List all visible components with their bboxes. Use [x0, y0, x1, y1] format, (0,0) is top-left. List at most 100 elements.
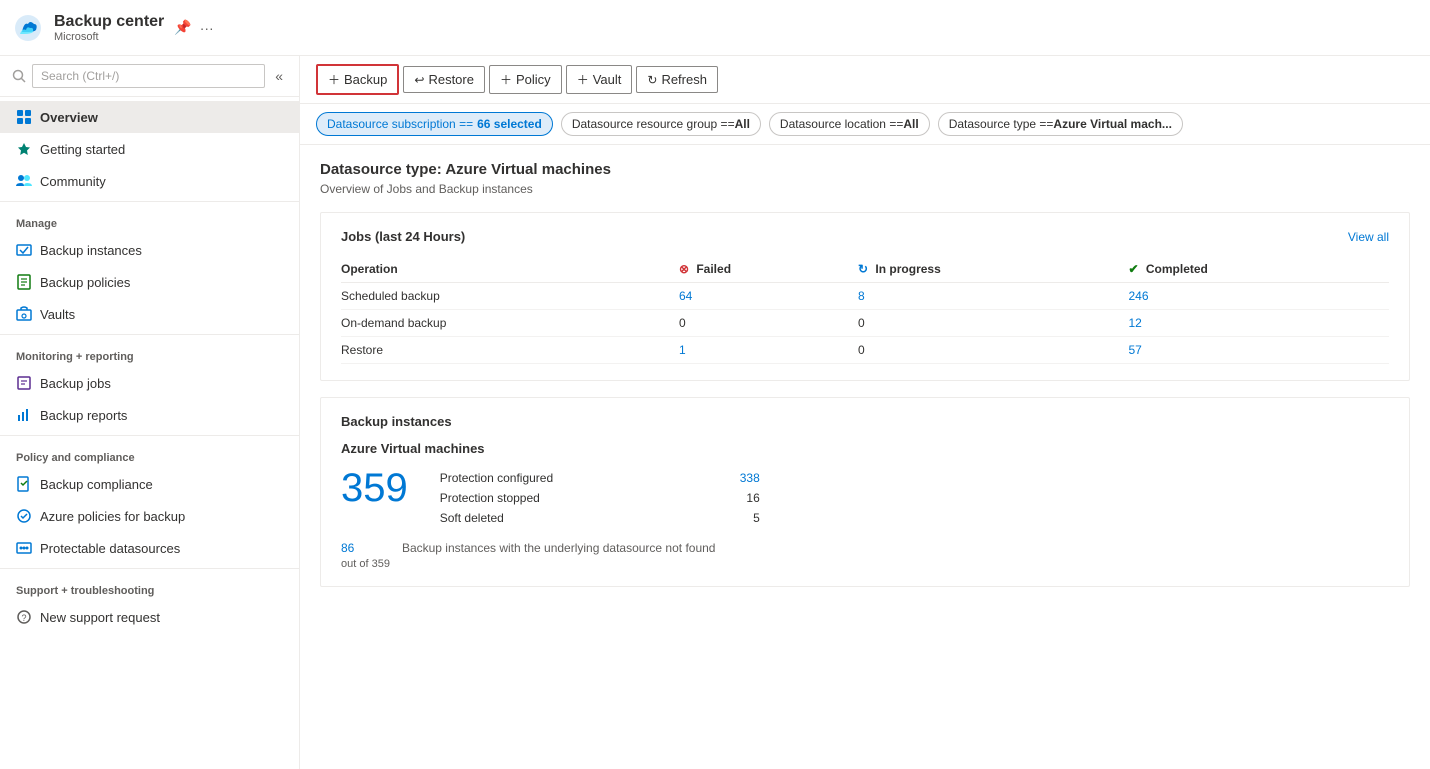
- monitoring-section-label: Monitoring + reporting: [0, 339, 299, 367]
- row-operation: Restore: [341, 337, 679, 364]
- protection-configured-label: Protection configured: [440, 471, 553, 485]
- sidebar-item-getting-started[interactable]: Getting started: [0, 133, 299, 165]
- policy-section-label: Policy and compliance: [0, 440, 299, 468]
- protection-configured-value[interactable]: 338: [740, 471, 760, 485]
- col-operation: Operation: [341, 256, 679, 283]
- sidebar-item-new-support-request-label: New support request: [40, 610, 160, 625]
- row-failed[interactable]: 64: [679, 283, 858, 310]
- sidebar-item-vaults[interactable]: Vaults: [0, 298, 299, 330]
- filter-type-value: Azure Virtual mach...: [1053, 117, 1171, 131]
- sidebar-divider-monitoring: [0, 334, 299, 335]
- policy-button[interactable]: ＋ Policy: [489, 65, 562, 94]
- jobs-card-title: Jobs (last 24 Hours): [341, 229, 465, 244]
- filter-subscription-value: 66 selected: [477, 117, 542, 131]
- table-row: Restore 1 0 57: [341, 337, 1389, 364]
- vault-button[interactable]: ＋ Vault: [566, 65, 633, 94]
- filter-resource-group[interactable]: Datasource resource group == All: [561, 112, 761, 136]
- collapse-button[interactable]: «: [271, 66, 287, 86]
- filter-subscription-label: Datasource subscription ==: [327, 117, 473, 131]
- instances-row-softdeleted: Soft deleted 5: [440, 508, 760, 528]
- sidebar-item-backup-reports[interactable]: Backup reports: [0, 399, 299, 431]
- manage-section-label: Manage: [0, 206, 299, 234]
- sidebar-item-overview-label: Overview: [40, 110, 98, 125]
- sidebar-item-azure-policies[interactable]: Azure policies for backup: [0, 500, 299, 532]
- row-failed[interactable]: 1: [679, 337, 858, 364]
- row-completed[interactable]: 246: [1128, 283, 1389, 310]
- view-all-link[interactable]: View all: [1348, 230, 1389, 244]
- protection-stopped-value: 16: [746, 491, 759, 505]
- content-scroll: Datasource type: Azure Virtual machines …: [300, 145, 1430, 769]
- support-section-label: Support + troubleshooting: [0, 573, 299, 601]
- sidebar-item-backup-jobs[interactable]: Backup jobs: [0, 367, 299, 399]
- sidebar-item-backup-policies-label: Backup policies: [40, 275, 130, 290]
- vaults-icon: [16, 306, 32, 322]
- footer-description-text: Backup instances with the underlying dat…: [402, 541, 716, 555]
- jobs-card-header: Jobs (last 24 Hours) View all: [341, 229, 1389, 244]
- sidebar-item-protectable-datasources[interactable]: Protectable datasources: [0, 532, 299, 564]
- page-title: Datasource type: Azure Virtual machines: [320, 161, 1410, 178]
- svg-text:?: ?: [21, 613, 26, 623]
- table-row: On-demand backup 0 0 12: [341, 310, 1389, 337]
- row-operation: On-demand backup: [341, 310, 679, 337]
- filter-location-label: Datasource location ==: [780, 117, 903, 131]
- page-subtitle: Overview of Jobs and Backup instances: [320, 182, 1410, 196]
- soft-deleted-value: 5: [753, 511, 760, 525]
- row-inprogress: 0: [858, 337, 1128, 364]
- row-failed: 0: [679, 310, 858, 337]
- backup-compliance-icon: [16, 476, 32, 492]
- plus-icon: ＋: [328, 71, 340, 88]
- restore-icon: ↩: [414, 73, 424, 87]
- sidebar-item-backup-compliance-label: Backup compliance: [40, 477, 153, 492]
- protection-stopped-label: Protection stopped: [440, 491, 540, 505]
- filter-subscription[interactable]: Datasource subscription == 66 selected: [316, 112, 553, 136]
- row-operation: Scheduled backup: [341, 283, 679, 310]
- row-inprogress: 0: [858, 310, 1128, 337]
- main-layout: « Overview Getting started Communi: [0, 56, 1430, 769]
- sidebar-item-getting-started-label: Getting started: [40, 142, 125, 157]
- footer-count[interactable]: 86: [341, 541, 354, 555]
- header-actions: 📌 ···: [174, 19, 213, 36]
- refresh-icon: ↻: [647, 73, 657, 87]
- sidebar-item-backup-policies[interactable]: Backup policies: [0, 266, 299, 298]
- sidebar-item-backup-instances[interactable]: Backup instances: [0, 234, 299, 266]
- sidebar-item-community-label: Community: [40, 174, 106, 189]
- restore-button[interactable]: ↩ Restore: [403, 66, 485, 93]
- backup-instances-icon: [16, 242, 32, 258]
- sidebar: « Overview Getting started Communi: [0, 56, 300, 769]
- search-input[interactable]: [32, 64, 265, 88]
- row-completed[interactable]: 12: [1128, 310, 1389, 337]
- sidebar-item-community[interactable]: Community: [0, 165, 299, 197]
- policy-plus-icon: ＋: [500, 71, 512, 88]
- instances-footer: 86 out of 359 Backup instances with the …: [341, 540, 1389, 570]
- sidebar-item-backup-compliance[interactable]: Backup compliance: [0, 468, 299, 500]
- refresh-button[interactable]: ↻ Refresh: [636, 66, 718, 93]
- filter-resource-group-label: Datasource resource group ==: [572, 117, 735, 131]
- backup-button[interactable]: ＋ Backup: [316, 64, 399, 95]
- jobs-table-header-row: Operation ⊗ Failed ↻ In progress ✔: [341, 256, 1389, 283]
- filter-type[interactable]: Datasource type == Azure Virtual mach...: [938, 112, 1183, 136]
- more-icon[interactable]: ···: [200, 20, 214, 36]
- app-logo: [12, 12, 44, 44]
- azure-policies-icon: [16, 508, 32, 524]
- app-title: Backup center: [54, 13, 164, 31]
- sidebar-item-azure-policies-label: Azure policies for backup: [40, 509, 185, 524]
- row-inprogress[interactable]: 8: [858, 283, 1128, 310]
- sidebar-divider-manage: [0, 201, 299, 202]
- backup-policies-icon: [16, 274, 32, 290]
- instances-row-stopped: Protection stopped 16: [440, 488, 760, 508]
- content-area: ＋ Backup ↩ Restore ＋ Policy ＋ Vault ↻ Re…: [300, 56, 1430, 769]
- sidebar-item-overview[interactable]: Overview: [0, 101, 299, 133]
- instances-card-subtitle: Azure Virtual machines: [341, 441, 1389, 456]
- sidebar-item-new-support-request[interactable]: ? New support request: [0, 601, 299, 633]
- jobs-table: Operation ⊗ Failed ↻ In progress ✔: [341, 256, 1389, 364]
- filter-location[interactable]: Datasource location == All: [769, 112, 930, 136]
- sidebar-item-backup-reports-label: Backup reports: [40, 408, 127, 423]
- sidebar-nav: Overview Getting started Community Manag…: [0, 97, 299, 769]
- getting-started-icon: [16, 141, 32, 157]
- instances-details: Protection configured 338 Protection sto…: [440, 468, 1389, 528]
- community-icon: [16, 173, 32, 189]
- pin-icon[interactable]: 📌: [174, 19, 191, 36]
- row-completed[interactable]: 57: [1128, 337, 1389, 364]
- search-icon: [12, 69, 26, 83]
- sidebar-item-backup-instances-label: Backup instances: [40, 243, 142, 258]
